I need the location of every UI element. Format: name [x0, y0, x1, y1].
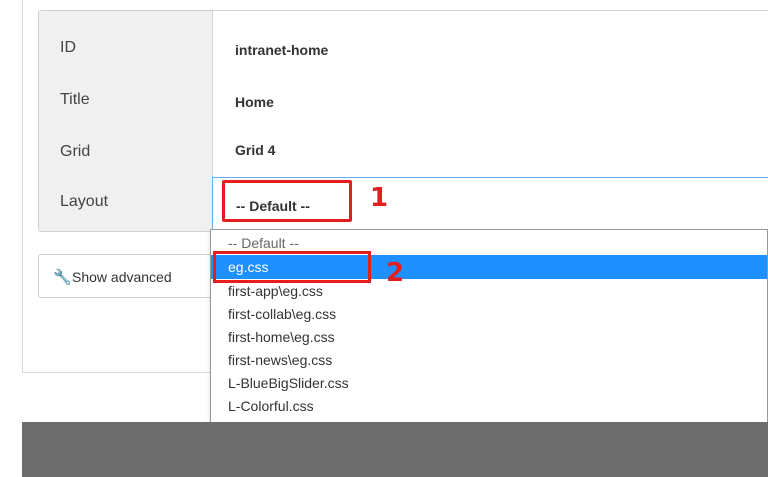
- grid-label: Grid: [60, 143, 91, 160]
- layout-option[interactable]: first-collab\eg.css: [211, 302, 767, 326]
- grid-value: Grid 4: [235, 142, 276, 158]
- show-advanced-label: Show advanced: [72, 269, 172, 285]
- title-value: Home: [235, 94, 274, 110]
- title-label: Title: [60, 91, 90, 108]
- layout-selected-value[interactable]: -- Default --: [236, 198, 310, 214]
- annotation-box-2: [213, 251, 371, 283]
- layout-option[interactable]: first-news\eg.css: [211, 348, 767, 372]
- properties-form: ID intranet-home Title Home Grid Grid 4 …: [38, 10, 768, 232]
- footer-bar: [22, 422, 768, 477]
- show-advanced-button[interactable]: 🔧 Show advanced: [38, 254, 214, 298]
- layout-option[interactable]: L-BlueBigSlider.css: [211, 371, 767, 395]
- annotation-label-2: 2: [386, 258, 405, 288]
- id-value: intranet-home: [235, 42, 329, 58]
- layout-label: Layout: [60, 193, 109, 210]
- layout-option[interactable]: first-home\eg.css: [211, 325, 767, 349]
- wrench-icon: 🔧: [53, 269, 72, 286]
- annotation-label-1: 1: [370, 183, 389, 213]
- id-label: ID: [60, 39, 76, 56]
- layout-option[interactable]: L-Colorful.css: [211, 394, 767, 418]
